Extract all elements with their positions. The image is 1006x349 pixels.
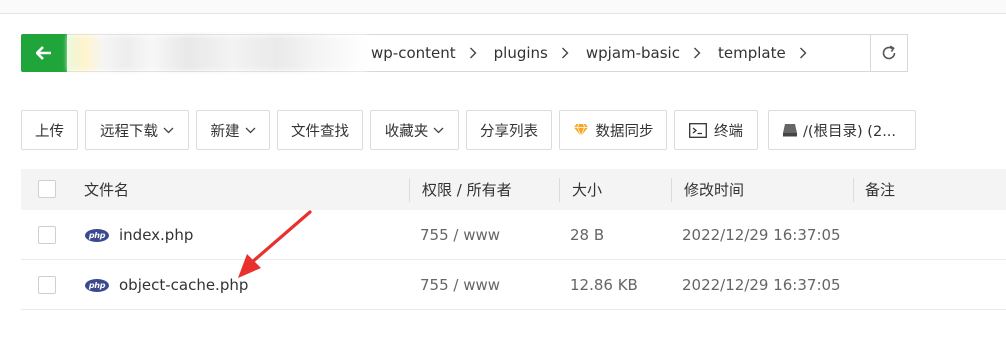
table-row[interactable]: php object-cache.php 755 / www 12.86 KB … xyxy=(21,260,1006,310)
data-sync-label: 数据同步 xyxy=(595,123,654,140)
file-name-cell[interactable]: php object-cache.php xyxy=(85,260,248,310)
header-size[interactable]: 大小 xyxy=(572,169,602,210)
root-directory-button[interactable]: /(根目录) (2... xyxy=(768,110,916,150)
header-permission[interactable]: 权限 / 所有者 xyxy=(422,169,512,210)
share-list-button[interactable]: 分享列表 xyxy=(466,110,552,150)
chevron-right-icon xyxy=(680,47,714,59)
data-sync-button[interactable]: 数据同步 xyxy=(559,110,667,150)
toolbar: 上传 远程下载 新建 文件查找 收藏夹 分享列表 数据同步 终端 /(根目录) … xyxy=(21,110,916,150)
arrow-left-icon xyxy=(36,45,51,60)
breadcrumb-item[interactable]: wp-content xyxy=(367,44,456,62)
root-directory-label: /(根目录) (2... xyxy=(803,123,897,140)
favorites-label: 收藏夹 xyxy=(384,123,429,140)
terminal-icon xyxy=(689,122,707,138)
file-table: 文件名 权限 / 所有者 大小 修改时间 备注 php index.php 75… xyxy=(21,169,1006,310)
file-search-button[interactable]: 文件查找 xyxy=(277,110,363,150)
file-name[interactable]: object-cache.php xyxy=(119,276,248,294)
disk-icon xyxy=(782,123,798,137)
size-cell: 28 B xyxy=(570,226,605,244)
terminal-button[interactable]: 终端 xyxy=(674,110,758,150)
new-label: 新建 xyxy=(210,123,240,140)
modified-cell: 2022/12/29 16:37:05 xyxy=(682,276,841,294)
refresh-icon xyxy=(882,45,896,60)
refresh-button[interactable] xyxy=(870,34,908,72)
chevron-right-icon xyxy=(456,47,490,59)
permission-cell[interactable]: 755 / www xyxy=(420,260,500,310)
header-filename[interactable]: 文件名 xyxy=(84,169,129,210)
column-divider xyxy=(671,178,672,202)
size-cell: 12.86 KB xyxy=(570,276,638,294)
top-divider xyxy=(0,0,1006,14)
back-button[interactable] xyxy=(21,33,67,72)
file-name[interactable]: index.php xyxy=(119,226,193,244)
chevron-right-icon xyxy=(786,47,820,59)
column-divider xyxy=(853,178,854,202)
breadcrumb-item[interactable]: plugins xyxy=(490,44,548,62)
remote-download-label: 远程下载 xyxy=(100,123,158,140)
header-note[interactable]: 备注 xyxy=(865,169,895,210)
breadcrumb-item[interactable]: template xyxy=(714,44,786,62)
terminal-label: 终端 xyxy=(714,123,743,140)
share-list-label: 分享列表 xyxy=(480,123,538,140)
new-button[interactable]: 新建 xyxy=(196,110,270,150)
file-search-label: 文件查找 xyxy=(291,123,349,140)
chevron-right-icon xyxy=(548,47,582,59)
table-header: 文件名 权限 / 所有者 大小 修改时间 备注 xyxy=(21,169,1006,210)
file-name-cell[interactable]: php index.php xyxy=(85,210,193,260)
path-bar: wp-content plugins wpjam-basic template xyxy=(21,33,908,72)
chevron-down-icon xyxy=(245,127,256,134)
table-row[interactable]: php index.php 755 / www 28 B 2022/12/29 … xyxy=(21,210,1006,260)
upload-button[interactable]: 上传 xyxy=(21,110,78,150)
modified-cell: 2022/12/29 16:37:05 xyxy=(682,226,841,244)
blurred-path-segment xyxy=(67,35,367,71)
select-all-checkbox[interactable] xyxy=(38,180,56,198)
diamond-icon xyxy=(573,123,589,137)
breadcrumb: wp-content plugins wpjam-basic template xyxy=(367,35,820,71)
php-file-icon: php xyxy=(85,278,109,292)
chevron-down-icon xyxy=(433,127,444,134)
header-modified[interactable]: 修改时间 xyxy=(684,169,744,210)
upload-label: 上传 xyxy=(35,123,64,140)
row-checkbox[interactable] xyxy=(38,226,56,244)
column-divider xyxy=(559,178,560,202)
remote-download-button[interactable]: 远程下载 xyxy=(85,110,189,150)
php-file-icon: php xyxy=(85,228,109,242)
row-checkbox[interactable] xyxy=(38,276,56,294)
permission-cell[interactable]: 755 / www xyxy=(420,210,500,260)
column-divider xyxy=(409,178,410,202)
favorites-button[interactable]: 收藏夹 xyxy=(370,110,459,150)
breadcrumb-item[interactable]: wpjam-basic xyxy=(582,44,680,62)
chevron-down-icon xyxy=(163,127,174,134)
